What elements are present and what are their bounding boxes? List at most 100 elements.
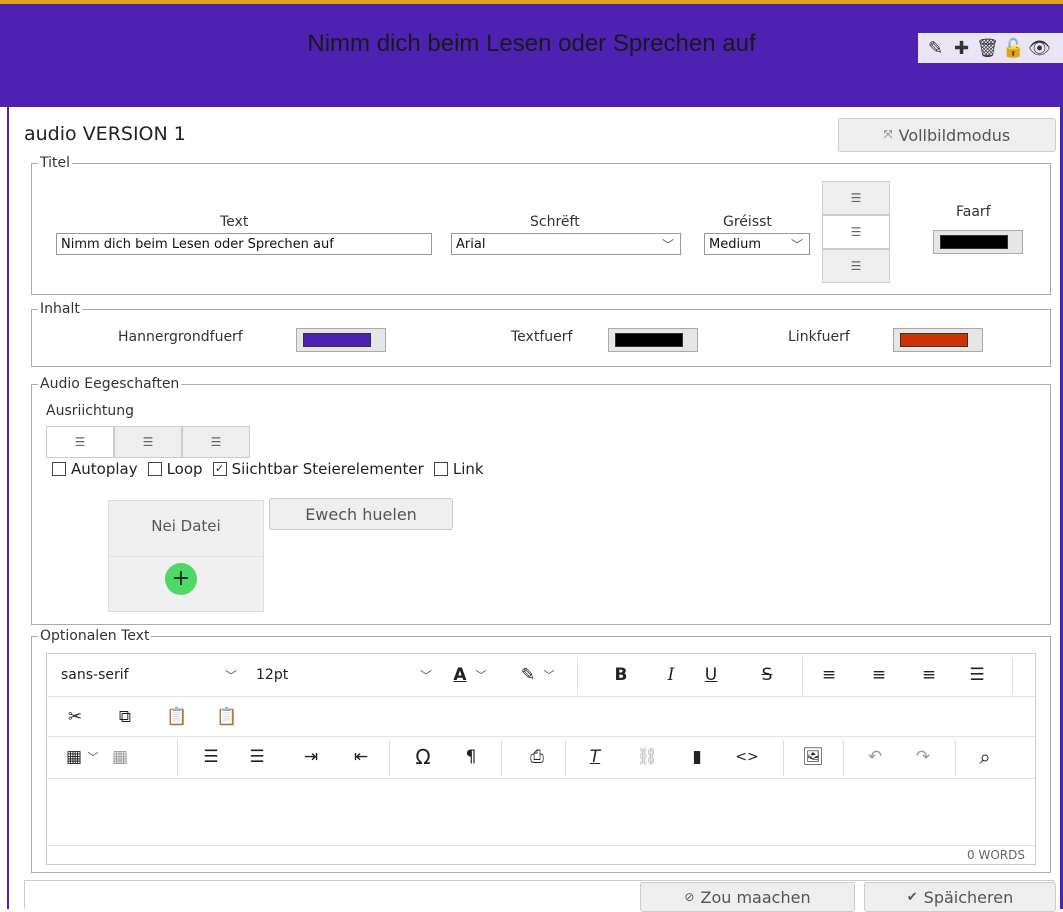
print-icon[interactable]: ⎙ — [523, 744, 551, 770]
bookmark-icon[interactable]: ▮ — [683, 744, 711, 770]
link-checkbox[interactable]: Link — [433, 460, 484, 478]
cancel-icon: ⊘ — [684, 890, 695, 904]
chevron-down-icon[interactable]: ﹀ — [541, 662, 557, 688]
underline-icon[interactable]: U — [697, 662, 725, 688]
unlock-icon[interactable]: 🔓 — [1002, 38, 1025, 59]
align-center-icon: ☰ — [142, 435, 154, 449]
word-count: 0 WORDS — [967, 848, 1025, 862]
audio-checkbox-row: Autoplay Loop ✓ Siichtbar Steierelementer… — [52, 460, 484, 478]
choose-file-button[interactable]: Ewech huelen — [269, 498, 453, 530]
autoplay-label: Autoplay — [71, 460, 138, 478]
checkbox-box-checked: ✓ — [212, 462, 227, 476]
audio-align-center-button[interactable]: ☰ — [114, 426, 182, 458]
size-value: Medium — [709, 236, 761, 252]
size-select[interactable]: Medium ﹀ — [704, 233, 810, 255]
paste-icon[interactable]: 📋 — [163, 704, 191, 730]
paste-text-icon[interactable]: 📋 — [213, 704, 241, 730]
fullscreen-label: Vollbildmodus — [898, 125, 1011, 145]
source-code-icon[interactable]: <> — [731, 744, 763, 770]
add-file-icon[interactable]: + — [165, 563, 197, 595]
align-right-button[interactable]: ☰ — [822, 249, 890, 283]
toolbar-separator — [955, 740, 956, 776]
toolbar-separator — [802, 658, 803, 694]
copy-icon[interactable]: ⧉ — [111, 704, 139, 730]
titel-legend: Titel — [40, 155, 71, 171]
toolbar-separator — [177, 740, 178, 776]
save-button[interactable]: ✔ Späicheren — [864, 882, 1056, 912]
link-color-picker[interactable] — [893, 328, 983, 352]
italic-icon[interactable]: I — [657, 662, 685, 688]
chevron-down-icon: ﹀ — [224, 669, 237, 683]
pencil-icon[interactable]: ✎ — [924, 38, 947, 59]
text-color-picker[interactable] — [608, 328, 698, 352]
loop-checkbox[interactable]: Loop — [147, 460, 203, 478]
title-color-picker[interactable] — [933, 230, 1023, 254]
editor-content-area[interactable] — [47, 779, 1035, 845]
link-color-swatch — [900, 333, 968, 347]
align-center-icon[interactable]: ≡ — [865, 662, 893, 688]
new-file-label: Nei Datei — [151, 517, 221, 535]
clear-format-icon[interactable]: T — [581, 744, 609, 770]
strikethrough-icon[interactable]: S — [753, 662, 781, 688]
new-file-tile[interactable]: Nei Datei + — [108, 500, 264, 612]
link-label: Link — [452, 460, 484, 478]
chevron-down-icon[interactable]: ﹀ — [85, 744, 101, 770]
special-char-icon[interactable]: Ω — [409, 744, 437, 770]
autoplay-checkbox[interactable]: Autoplay — [52, 460, 138, 478]
rich-text-editor: sans-serif ﹀ 12pt ﹀ A ﹀ ✎ ﹀ B I U S ≡ ≡ … — [46, 653, 1036, 865]
font-family-value: sans-serif — [61, 667, 129, 683]
highlight-icon[interactable]: ✎ — [515, 662, 541, 688]
expand-icon: ⤧ — [883, 128, 893, 141]
color-label: Faarf — [956, 204, 991, 220]
bold-icon[interactable]: B — [607, 662, 635, 688]
cut-icon[interactable]: ✂ — [61, 704, 89, 730]
align-left-icon[interactable]: ≡ — [815, 662, 843, 688]
toolbar-separator — [843, 740, 844, 776]
checkbox-box — [433, 462, 448, 476]
eye-icon[interactable]: 👁 — [1028, 38, 1051, 59]
fullscreen-button[interactable]: ⤧ Vollbildmodus — [838, 118, 1056, 152]
align-justify-icon[interactable]: ☰ — [963, 662, 991, 688]
table-props-icon[interactable]: ▦ — [107, 744, 133, 770]
bg-color-label: Hannergrondfuerf — [118, 329, 243, 345]
font-select[interactable]: Arial ﹀ — [451, 233, 681, 255]
audio-align-right-button[interactable]: ☰ — [182, 426, 250, 458]
plus-icon[interactable]: ✚ — [950, 38, 973, 59]
page-title: Nimm dich beim Lesen oder Sprechen auf — [307, 30, 756, 57]
text-label: Text — [220, 214, 249, 230]
font-family-select[interactable]: sans-serif ﹀ — [57, 662, 247, 688]
undo-icon[interactable]: ↶ — [861, 744, 889, 770]
toolbar-separator — [1012, 658, 1013, 694]
bg-color-picker[interactable] — [296, 328, 386, 352]
font-size-select[interactable]: 12pt ﹀ — [252, 662, 432, 688]
audio-align-left-button[interactable]: ☰ — [46, 426, 114, 458]
toolbar-separator — [389, 740, 390, 776]
unlink-icon[interactable]: ⛓ — [633, 744, 661, 770]
table-icon[interactable]: ▦ — [61, 744, 87, 770]
controls-label: Siichtbar Steierelementer — [231, 460, 424, 478]
title-text-input[interactable]: Nimm dich beim Lesen oder Sprechen auf — [56, 233, 432, 255]
bullet-list-icon[interactable]: ☰ — [197, 744, 225, 770]
text-color-icon[interactable]: A — [447, 662, 473, 688]
checkbox-box — [147, 462, 162, 476]
indent-icon[interactable]: ⇥ — [297, 744, 325, 770]
search-icon[interactable]: ⌕ — [971, 744, 999, 770]
align-left-button[interactable]: ☰ — [822, 181, 890, 215]
trash-icon[interactable]: 🗑 — [976, 38, 999, 59]
numbered-list-icon[interactable]: ☰ — [243, 744, 271, 770]
align-center-button[interactable]: ☰ — [822, 215, 890, 249]
close-button[interactable]: ⊘ Zou maachen — [640, 882, 855, 912]
image-icon[interactable]: 🖼 — [799, 744, 827, 770]
title-color-swatch — [940, 235, 1008, 249]
font-size-value: 12pt — [256, 667, 289, 683]
toolbar-separator — [565, 740, 566, 776]
loop-label: Loop — [166, 460, 203, 478]
outdent-icon[interactable]: ⇤ — [347, 744, 375, 770]
controls-checkbox[interactable]: ✓ Siichtbar Steierelementer — [212, 460, 424, 478]
inhalt-legend: Inhalt — [40, 301, 80, 317]
redo-icon[interactable]: ↷ — [909, 744, 937, 770]
pilcrow-icon[interactable]: ¶ — [457, 744, 485, 770]
tile-divider — [109, 556, 263, 557]
chevron-down-icon[interactable]: ﹀ — [473, 662, 489, 688]
align-right-icon[interactable]: ≡ — [915, 662, 943, 688]
